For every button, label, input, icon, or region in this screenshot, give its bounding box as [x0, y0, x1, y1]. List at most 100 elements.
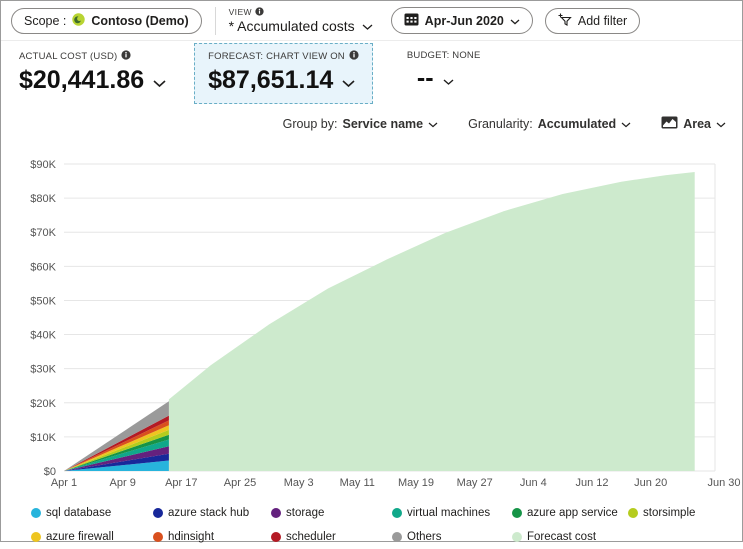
legend-item-virtual-machines[interactable]: virtual machines	[392, 507, 512, 519]
info-icon	[121, 50, 131, 63]
x-tick-label: May 11	[340, 477, 375, 489]
management-group-icon	[72, 13, 85, 29]
actual-cost-value[interactable]: $20,441.86	[19, 66, 166, 95]
others-swatch-icon	[392, 532, 402, 542]
actual-cost-kpi: ACTUAL COST (USD) $20,441.86	[19, 50, 166, 95]
legend-label: azure stack hub	[168, 507, 249, 519]
sql-database-swatch-icon	[31, 508, 41, 518]
x-tick-label: Apr 1	[51, 477, 77, 489]
granularity-label: Granularity:	[468, 117, 533, 131]
x-tick-label: May 19	[398, 477, 434, 489]
x-tick-label: May 27	[457, 477, 493, 489]
forecast-value[interactable]: $87,651.14	[208, 66, 359, 95]
legend-label: virtual machines	[407, 507, 490, 519]
y-tick-label: $80K	[30, 193, 56, 205]
cost-chart[interactable]: $0$10K$20K$30K$40K$50K$60K$70K$80K$90KAp…	[1, 134, 743, 490]
date-range-value: Apr-Jun 2020	[425, 14, 504, 28]
virtual-machines-swatch-icon	[392, 508, 402, 518]
legend-row: sql database azure stack hub storage virtua…	[31, 501, 742, 525]
x-tick-label: Apr 25	[224, 477, 256, 489]
storsimple-swatch-icon	[628, 508, 638, 518]
chevron-down-icon	[510, 14, 520, 28]
legend-item-others[interactable]: Others	[392, 531, 512, 543]
budget-value[interactable]: --	[407, 64, 481, 93]
legend-label: storage	[286, 507, 324, 519]
legend-item-azure-stack-hub[interactable]: azure stack hub	[153, 507, 271, 519]
legend-row: azure firewall hdinsight scheduler Others Fo…	[31, 525, 742, 549]
legend-label: azure app service	[527, 507, 618, 519]
group-by-label: Group by:	[283, 117, 338, 131]
chart-type-value: Area	[683, 117, 711, 131]
chart-type-dropdown[interactable]: Area	[661, 116, 726, 132]
view-value: * Accumulated costs	[229, 18, 355, 34]
scope-selector[interactable]: Scope : Contoso (Demo)	[11, 8, 202, 34]
chart-legend: sql database azure stack hub storage virtua…	[1, 495, 742, 549]
forecast-cost-area	[169, 172, 695, 471]
legend-item-forecast-cost[interactable]: Forecast cost	[512, 531, 628, 543]
info-icon	[255, 7, 264, 19]
granularity-dropdown[interactable]: Granularity: Accumulated	[468, 117, 631, 131]
y-tick-label: $30K	[30, 364, 56, 376]
azure-app-service-swatch-icon	[512, 508, 522, 518]
filter-plus-icon	[558, 13, 572, 29]
azure-firewall-swatch-icon	[31, 532, 41, 542]
info-icon	[349, 50, 359, 63]
view-label: VIEW	[229, 8, 252, 18]
add-filter-label: Add filter	[578, 14, 627, 28]
calendar-icon	[404, 12, 419, 29]
toolbar-divider	[215, 7, 216, 35]
legend-item-storsimple[interactable]: storsimple	[628, 507, 742, 519]
forecast-kpi: FORECAST: CHART VIEW ON $87,651.14	[194, 43, 373, 104]
y-tick-label: $60K	[30, 261, 56, 273]
legend-label: sql database	[46, 507, 111, 519]
legend-item-azure-app-service[interactable]: azure app service	[512, 507, 628, 519]
chart-controls: Group by: Service name Granularity: Accu…	[1, 104, 742, 132]
chevron-down-icon	[342, 66, 355, 95]
group-by-value: Service name	[342, 117, 423, 131]
date-range-picker[interactable]: Apr-Jun 2020	[391, 7, 533, 34]
legend-label: Others	[407, 531, 442, 543]
x-tick-label: May 3	[284, 477, 314, 489]
legend-item-storage[interactable]: storage	[271, 507, 392, 519]
forecast-label: FORECAST: CHART VIEW ON	[208, 51, 345, 62]
legend-label: Forecast cost	[527, 531, 596, 543]
chevron-down-icon	[716, 117, 726, 131]
legend-label: scheduler	[286, 531, 336, 543]
chevron-down-icon	[621, 117, 631, 131]
view-selector[interactable]: VIEW * Accumulated costs	[229, 7, 373, 35]
chevron-down-icon	[443, 64, 454, 93]
x-tick-label: Jun 4	[520, 477, 547, 489]
y-tick-label: $70K	[30, 227, 56, 239]
budget-label: BUDGET: NONE	[407, 50, 481, 61]
add-filter-button[interactable]: Add filter	[545, 8, 640, 34]
legend-item-sql-database[interactable]: sql database	[31, 507, 153, 519]
y-tick-label: $10K	[30, 432, 56, 444]
chart-area: $0$10K$20K$30K$40K$50K$60K$70K$80K$90KAp…	[1, 134, 742, 495]
x-tick-label: Apr 17	[165, 477, 197, 489]
legend-item-scheduler[interactable]: scheduler	[271, 531, 392, 543]
y-tick-label: $40K	[30, 330, 56, 342]
chevron-down-icon	[362, 18, 373, 34]
storage-swatch-icon	[271, 508, 281, 518]
scheduler-swatch-icon	[271, 532, 281, 542]
command-bar: Scope : Contoso (Demo) VIEW * Accumulate…	[1, 1, 742, 41]
y-tick-label: $90K	[30, 159, 56, 171]
legend-item-hdinsight[interactable]: hdinsight	[153, 531, 271, 543]
legend-label: storsimple	[643, 507, 695, 519]
legend-item-azure-firewall[interactable]: azure firewall	[31, 531, 153, 543]
y-tick-label: $20K	[30, 398, 56, 410]
x-tick-label: Jun 30	[707, 477, 740, 489]
scope-value: Contoso (Demo)	[91, 14, 188, 28]
group-by-dropdown[interactable]: Group by: Service name	[283, 117, 439, 131]
x-tick-label: Jun 20	[634, 477, 667, 489]
x-tick-label: Apr 9	[110, 477, 136, 489]
granularity-value: Accumulated	[538, 117, 617, 131]
chevron-down-icon	[428, 117, 438, 131]
y-tick-label: $50K	[30, 295, 56, 307]
legend-label: azure firewall	[46, 531, 114, 543]
forecast-cost-swatch-icon	[512, 532, 522, 542]
hdinsight-swatch-icon	[153, 532, 163, 542]
kpi-row: ACTUAL COST (USD) $20,441.86 FORECAST: C…	[1, 41, 742, 104]
legend-label: hdinsight	[168, 531, 214, 543]
chevron-down-icon	[153, 66, 166, 95]
